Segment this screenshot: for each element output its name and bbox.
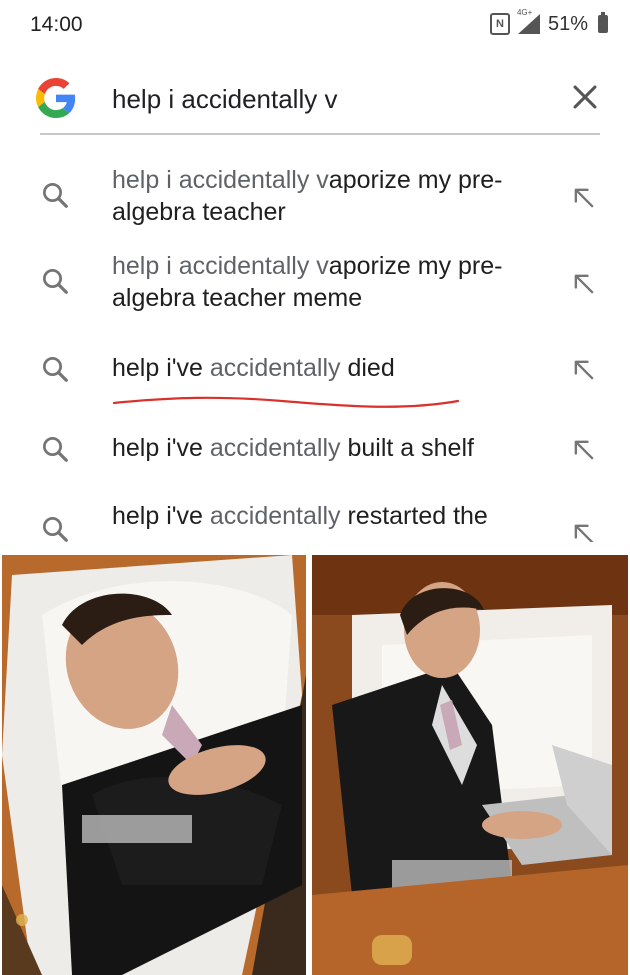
photo-lying-in-coffin bbox=[2, 555, 306, 975]
search-icon bbox=[43, 183, 68, 208]
search-icon bbox=[43, 357, 68, 382]
fill-query-arrow-icon[interactable] bbox=[570, 520, 598, 542]
suggestion-prefix: help i've bbox=[112, 502, 210, 530]
suggestion-item[interactable]: help i've accidentally died bbox=[0, 350, 630, 390]
search-icon bbox=[43, 269, 68, 294]
suggestion-prefix: help i've bbox=[112, 354, 210, 382]
search-input[interactable]: help i accidentally v bbox=[112, 84, 337, 115]
suggestion-item[interactable]: help i've accidentally built a shelf bbox=[0, 430, 630, 470]
signal-icon: 4G+ bbox=[516, 8, 542, 36]
search-icon bbox=[43, 517, 68, 542]
suggestion-text: help i accidentally vaporize my pre-alge… bbox=[112, 164, 542, 228]
search-bar[interactable]: help i accidentally v bbox=[0, 60, 630, 136]
fill-query-arrow-icon[interactable] bbox=[570, 436, 598, 464]
search-icon bbox=[43, 437, 68, 462]
status-time: 14:00 bbox=[30, 13, 83, 36]
battery-percent: 51% bbox=[547, 12, 588, 35]
suggestion-text: help i've accidentally restarted the bbox=[112, 500, 542, 532]
suggestion-list: help i accidentally vaporize my pre-alge… bbox=[0, 150, 630, 542]
suggestion-prefix-dim: accidentally bbox=[209, 502, 341, 530]
suggestion-prefix: help i accidentally v bbox=[112, 252, 329, 280]
suggestion-prefix-dim: accidentally bbox=[209, 354, 341, 382]
fill-query-arrow-icon[interactable] bbox=[570, 356, 598, 384]
network-type: 4G+ bbox=[516, 8, 533, 17]
fill-query-arrow-icon[interactable] bbox=[570, 270, 598, 298]
battery-icon bbox=[598, 12, 608, 33]
suggestion-prefix-dim: accidentally bbox=[209, 434, 341, 462]
suggestion-item[interactable]: help i accidentally vaporize my pre-alge… bbox=[0, 250, 630, 320]
meme-image bbox=[0, 545, 630, 975]
fill-query-arrow-icon[interactable] bbox=[570, 184, 598, 212]
suggestion-text: help i've accidentally built a shelf bbox=[112, 432, 542, 464]
suggestion-text: help i accidentally vaporize my pre-alge… bbox=[112, 250, 542, 314]
status-icons: N 4G+ 51% bbox=[489, 8, 608, 36]
suggestion-completion: restarted the bbox=[340, 502, 488, 530]
suggestion-text: help i've accidentally died bbox=[112, 352, 542, 384]
suggestion-prefix: help i accidentally v bbox=[112, 166, 329, 194]
red-underline-annotation bbox=[112, 396, 460, 408]
suggestion-item[interactable]: help i've accidentally restarted the bbox=[0, 500, 630, 542]
suggestion-completion: built a shelf bbox=[340, 434, 474, 462]
google-logo-icon bbox=[36, 78, 76, 118]
photo-laptop-in-coffin bbox=[312, 555, 628, 975]
suggestion-completion: died bbox=[340, 354, 395, 382]
nfc-icon: N bbox=[489, 13, 510, 35]
search-divider bbox=[40, 133, 600, 135]
suggestion-prefix: help i've bbox=[112, 434, 210, 462]
clear-search-icon[interactable] bbox=[568, 80, 602, 114]
status-bar: 14:00 N 4G+ 51% bbox=[0, 0, 630, 50]
suggestion-item[interactable]: help i accidentally vaporize my pre-alge… bbox=[0, 164, 630, 234]
